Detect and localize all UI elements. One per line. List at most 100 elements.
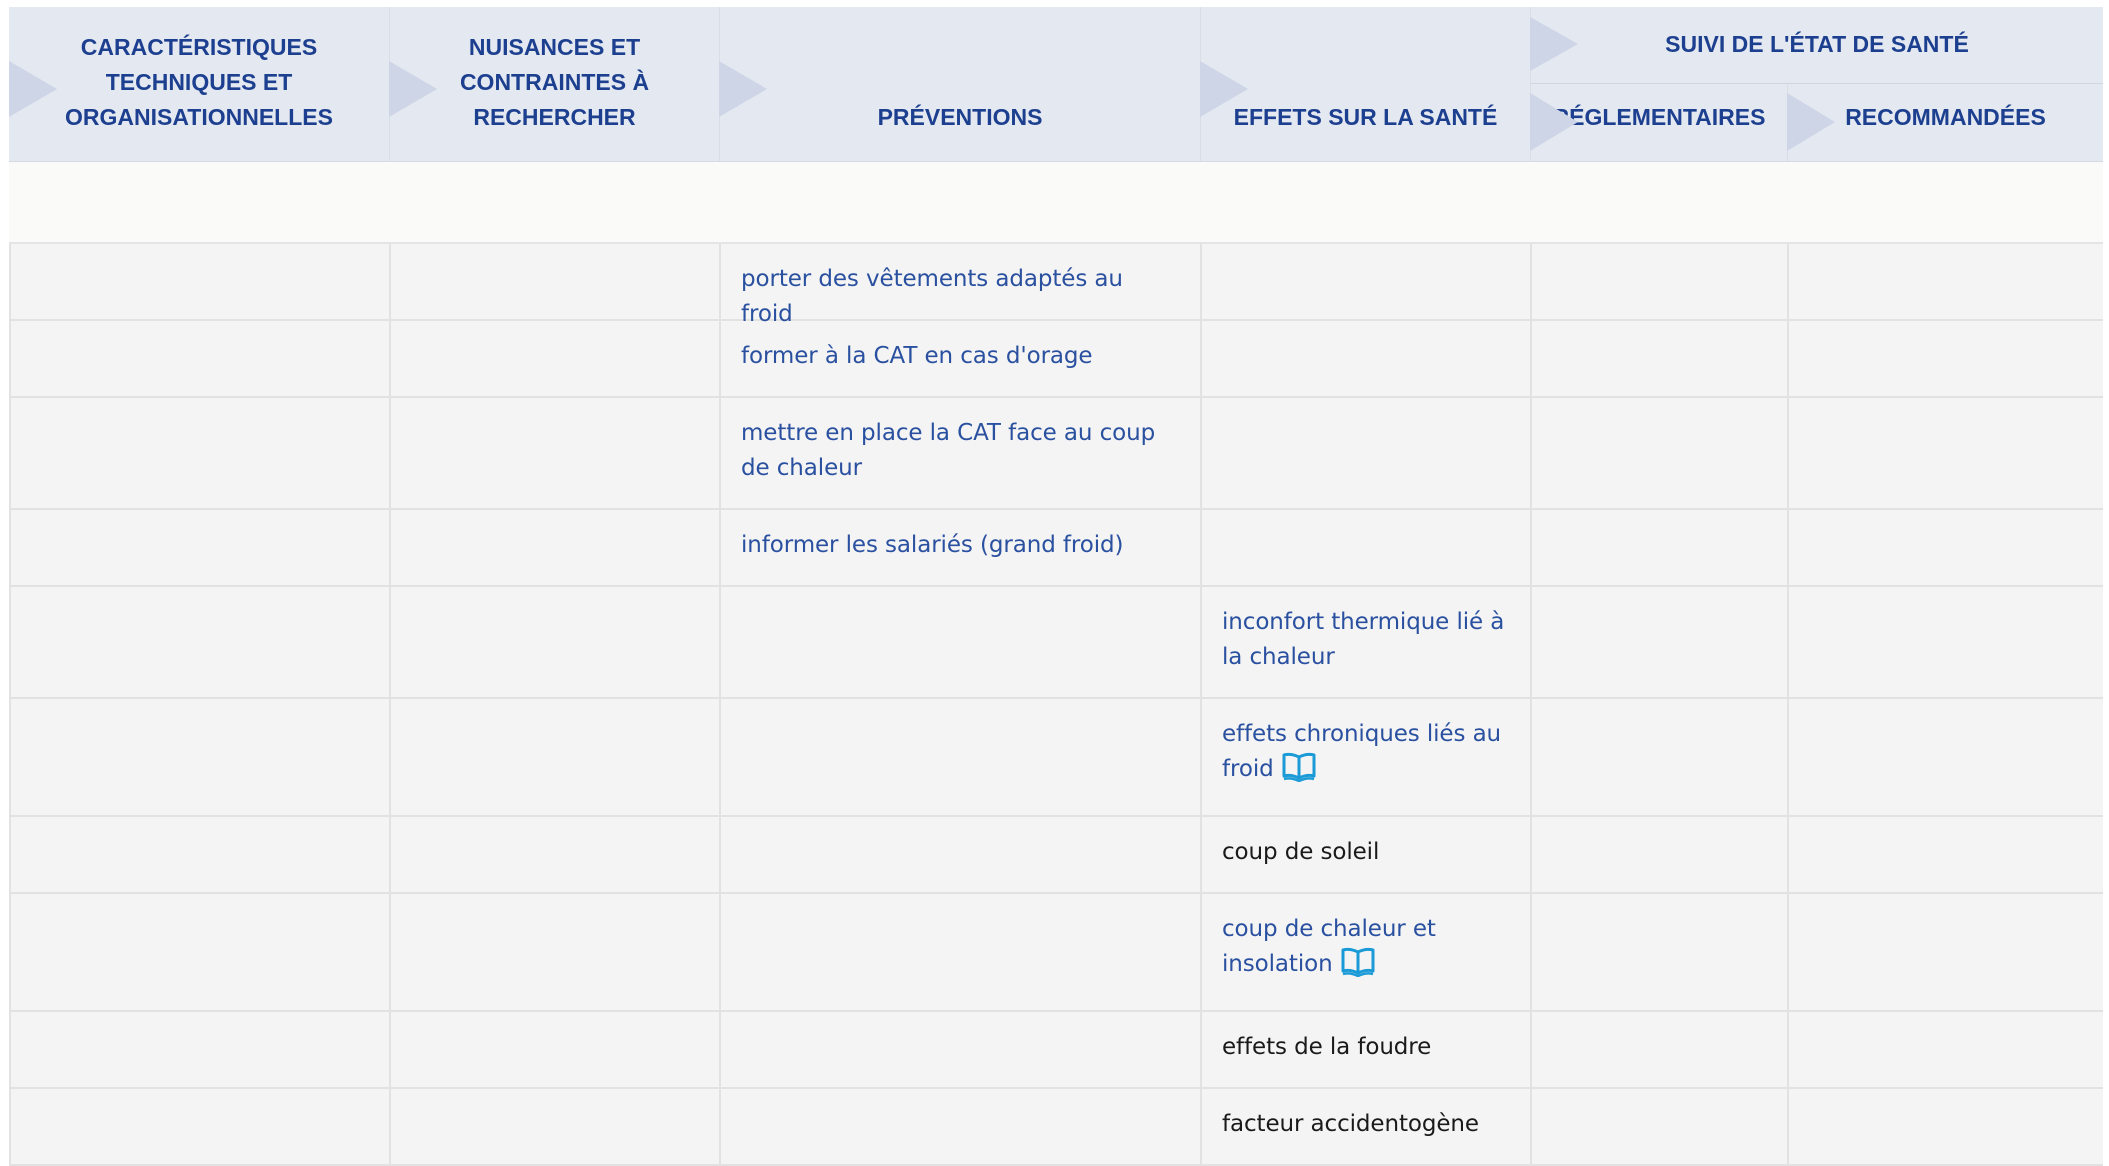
cell-prevention <box>719 699 1200 815</box>
cell-effet[interactable]: effets chroniques liés au froid <box>1200 699 1530 815</box>
table-row: coup de soleil <box>9 817 2103 894</box>
cell-caracteristiques <box>9 817 389 892</box>
cell-nuisances <box>389 398 719 508</box>
table-row: porter des vêtements adaptés au froid <box>9 244 2103 327</box>
cell-reglementaires <box>1530 244 1787 319</box>
header-arrow-6 <box>1530 93 1578 151</box>
cell-effet <box>1200 244 1530 319</box>
cell-effet: effets de la foudre <box>1200 1012 1530 1087</box>
cell-reglementaires <box>1530 321 1787 396</box>
cell-effet <box>1200 398 1530 508</box>
book-icon[interactable] <box>1282 752 1316 782</box>
header-preventions-label: PRÉVENTIONS <box>877 104 1043 130</box>
cell-prevention[interactable]: former à la CAT en cas d'orage <box>719 321 1200 396</box>
cell-prevention <box>719 587 1200 697</box>
cell-reglementaires <box>1530 1012 1787 1087</box>
table-row: informer les salariés (grand froid) <box>9 510 2103 587</box>
cell-prevention <box>719 1012 1200 1087</box>
cell-recommandees <box>1787 398 2103 508</box>
cell-recommandees <box>1787 1089 2103 1164</box>
cell-recommandees <box>1787 1012 2103 1087</box>
cell-nuisances <box>389 699 719 815</box>
header-arrow-7 <box>1787 93 1835 151</box>
effet-link[interactable]: effets chroniques liés au froid <box>1222 721 1501 782</box>
cell-caracteristiques <box>9 321 389 396</box>
effet-text: effets de la foudre <box>1222 1034 1432 1060</box>
cell-reglementaires <box>1530 699 1787 815</box>
header-nuisances: NUISANCES ET CONTRAINTES À RECHERCHER <box>389 7 719 161</box>
cell-nuisances <box>389 894 719 1010</box>
book-icon[interactable] <box>1341 947 1375 977</box>
cell-effet <box>1200 321 1530 396</box>
effet-link[interactable]: inconfort thermique lié à la chaleur <box>1222 609 1504 670</box>
header-suivi-group: SUIVI DE L'ÉTAT DE SANTÉ <box>1530 7 2103 84</box>
header-effets: EFFETS SUR LA SANTÉ <box>1200 7 1530 161</box>
cell-recommandees <box>1787 510 2103 585</box>
prevention-link[interactable]: informer les salariés (grand froid) <box>741 532 1123 558</box>
cell-recommandees <box>1787 894 2103 1010</box>
table-row: facteur accidentogène <box>9 1089 2103 1166</box>
header-caracteristiques-line1: CARACTÉRISTIQUES <box>80 34 318 60</box>
effet-link[interactable]: coup de chaleur et insolation <box>1222 916 1436 977</box>
header-arrow-4 <box>1200 61 1248 117</box>
table-body: porter des vêtements adaptés au froid fo… <box>9 244 2103 1166</box>
cell-reglementaires <box>1530 817 1787 892</box>
header-preventions: PRÉVENTIONS <box>719 7 1200 161</box>
cell-caracteristiques <box>9 1089 389 1164</box>
cell-prevention <box>719 1089 1200 1164</box>
prevention-link[interactable]: mettre en place la CAT face au coup de c… <box>741 420 1155 481</box>
cell-caracteristiques <box>9 244 389 319</box>
cell-recommandees <box>1787 321 2103 396</box>
table-row: mettre en place la CAT face au coup de c… <box>9 398 2103 510</box>
cell-reglementaires <box>1530 894 1787 1010</box>
cell-prevention[interactable]: porter des vêtements adaptés au froid <box>719 244 1200 327</box>
cell-nuisances <box>389 321 719 396</box>
header-caracteristiques-line2: TECHNIQUES ET <box>105 69 293 95</box>
table-row: former à la CAT en cas d'orage <box>9 321 2103 398</box>
cell-caracteristiques <box>9 398 389 508</box>
cell-prevention <box>719 817 1200 892</box>
cell-caracteristiques <box>9 1012 389 1087</box>
table-row: effets de la foudre <box>9 1012 2103 1089</box>
cell-recommandees <box>1787 699 2103 815</box>
cell-effet <box>1200 510 1530 585</box>
cell-prevention[interactable]: informer les salariés (grand froid) <box>719 510 1200 585</box>
cell-prevention <box>719 894 1200 1010</box>
header-recommandees-label: RECOMMANDÉES <box>1845 104 2046 130</box>
cell-nuisances <box>389 244 719 319</box>
header-spacer <box>9 162 2103 244</box>
cell-recommandees <box>1787 587 2103 697</box>
cell-nuisances <box>389 817 719 892</box>
effet-text: coup de soleil <box>1222 839 1380 865</box>
header-arrow-2 <box>389 61 437 117</box>
cell-prevention[interactable]: mettre en place la CAT face au coup de c… <box>719 398 1200 508</box>
cell-nuisances <box>389 1012 719 1087</box>
effet-text: facteur accidentogène <box>1222 1111 1479 1137</box>
cell-reglementaires <box>1530 398 1787 508</box>
cell-caracteristiques <box>9 699 389 815</box>
cell-reglementaires <box>1530 587 1787 697</box>
header-arrow-1 <box>9 61 57 117</box>
cell-reglementaires <box>1530 1089 1787 1164</box>
header-nuisances-line2: CONTRAINTES À <box>459 69 650 95</box>
cell-effet[interactable]: coup de chaleur et insolation <box>1200 894 1530 1010</box>
cell-effet: coup de soleil <box>1200 817 1530 892</box>
header-arrow-3 <box>719 61 767 117</box>
prevention-link[interactable]: former à la CAT en cas d'orage <box>741 343 1093 369</box>
header-nuisances-line1: NUISANCES ET <box>468 34 641 60</box>
table-row: effets chroniques liés au froid <box>9 699 2103 817</box>
header-arrow-5 <box>1530 17 1578 71</box>
header-caracteristiques-line3: ORGANISATIONNELLES <box>65 104 333 130</box>
cell-caracteristiques <box>9 894 389 1010</box>
cell-nuisances <box>389 1089 719 1164</box>
header-reglementaires-label: RÉGLEMENTAIRES <box>1552 104 1766 130</box>
table-row: inconfort thermique lié à la chaleur <box>9 587 2103 699</box>
cell-effet[interactable]: inconfort thermique lié à la chaleur <box>1200 587 1530 697</box>
table-header: CARACTÉRISTIQUES TECHNIQUES ET ORGANISAT… <box>9 7 2103 162</box>
risk-table: CARACTÉRISTIQUES TECHNIQUES ET ORGANISAT… <box>9 7 2103 1166</box>
cell-recommandees <box>1787 244 2103 319</box>
cell-caracteristiques <box>9 510 389 585</box>
prevention-link[interactable]: porter des vêtements adaptés au froid <box>741 266 1123 327</box>
header-effets-label: EFFETS SUR LA SANTÉ <box>1233 104 1498 130</box>
cell-reglementaires <box>1530 510 1787 585</box>
